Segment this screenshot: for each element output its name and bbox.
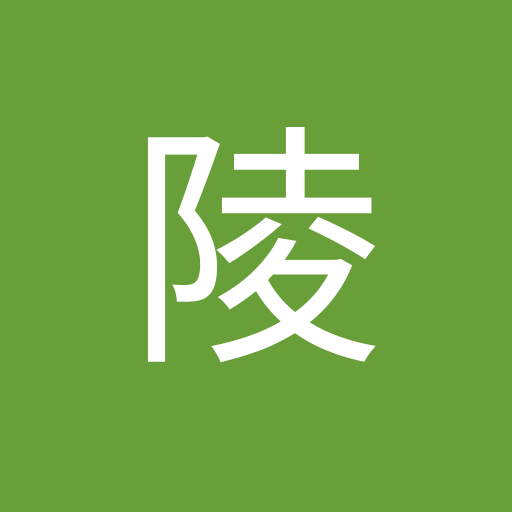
avatar: 陵: [0, 0, 512, 512]
avatar-initial: 陵: [127, 105, 384, 403]
